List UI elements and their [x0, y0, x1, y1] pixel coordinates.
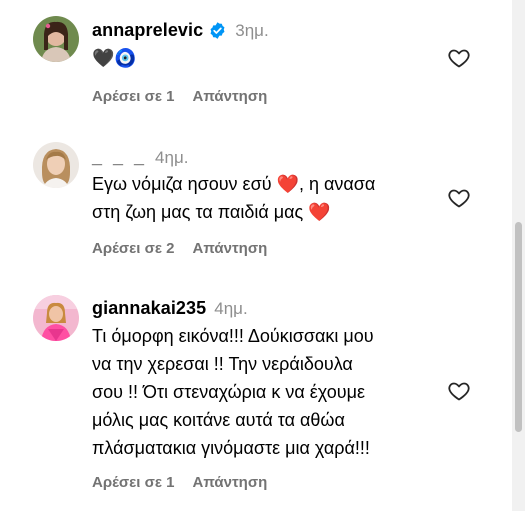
- comment-actions: Αρέσει σε 1 Απάντηση: [92, 88, 267, 105]
- comment-timestamp: 4ημ.: [155, 147, 189, 167]
- comment-actions: Αρέσει σε 1 Απάντηση: [92, 474, 267, 491]
- heart-outline-icon[interactable]: [447, 46, 471, 70]
- avatar[interactable]: [33, 142, 79, 188]
- comment-text-line: Τι όμορφη εικόνα!!! Δούκισσακι μου: [92, 326, 374, 346]
- likes-count-button[interactable]: Αρέσει σε 1: [92, 474, 175, 491]
- comment-timestamp: 4ημ.: [214, 298, 248, 318]
- comment-text: 🖤🧿: [92, 48, 137, 68]
- verified-badge-icon: [210, 22, 225, 39]
- avatar[interactable]: [33, 295, 79, 341]
- reply-button[interactable]: Απάντηση: [193, 240, 268, 257]
- comment-text-line: σου !! Ότι στεναχώρια κ να έχουμε: [92, 382, 365, 402]
- scrollbar-thumb[interactable]: [515, 222, 522, 432]
- username[interactable]: giannakai235: [92, 298, 206, 319]
- comment-text-line: στη ζωη μας τα παιδιά μας ❤️: [92, 202, 331, 222]
- comment-actions: Αρέσει σε 2 Απάντηση: [92, 240, 267, 257]
- comments-panel: annaprelevic 3ημ. 🖤🧿 Αρέσει σε 1 Απάντησ…: [0, 0, 525, 511]
- comment-header: _ _ _ 4ημ.: [92, 147, 188, 168]
- comment-header: giannakai235 4ημ.: [92, 298, 248, 319]
- username[interactable]: _ _ _: [92, 147, 147, 168]
- comment-text-line: πλάσματακια γινόμαστε μια χαρά!!!: [92, 438, 370, 458]
- reply-button[interactable]: Απάντηση: [193, 474, 268, 491]
- comment-text: Εγω νόμιζα ησουν εσύ ❤️, η ανασα στη ζωη…: [92, 170, 375, 226]
- comment-text-line: να την χερεσαι !! Την νεράιδουλα: [92, 354, 353, 374]
- reply-button[interactable]: Απάντηση: [193, 88, 268, 105]
- comment-text-line: μόλις μας κοιτάνε αυτά τα αθώα: [92, 410, 345, 430]
- heart-outline-icon[interactable]: [447, 379, 471, 403]
- comment-timestamp: 3ημ.: [235, 20, 269, 40]
- scrollbar[interactable]: [512, 0, 525, 511]
- avatar[interactable]: [33, 16, 79, 62]
- username[interactable]: annaprelevic: [92, 20, 203, 41]
- comment-header: annaprelevic 3ημ.: [92, 20, 269, 41]
- comment-text-line: Εγω νόμιζα ησουν εσύ ❤️, η ανασα: [92, 174, 376, 194]
- heart-outline-icon[interactable]: [447, 186, 471, 210]
- likes-count-button[interactable]: Αρέσει σε 2: [92, 240, 175, 257]
- likes-count-button[interactable]: Αρέσει σε 1: [92, 88, 175, 105]
- comment-text: Τι όμορφη εικόνα!!! Δούκισσακι μου να τη…: [92, 322, 374, 462]
